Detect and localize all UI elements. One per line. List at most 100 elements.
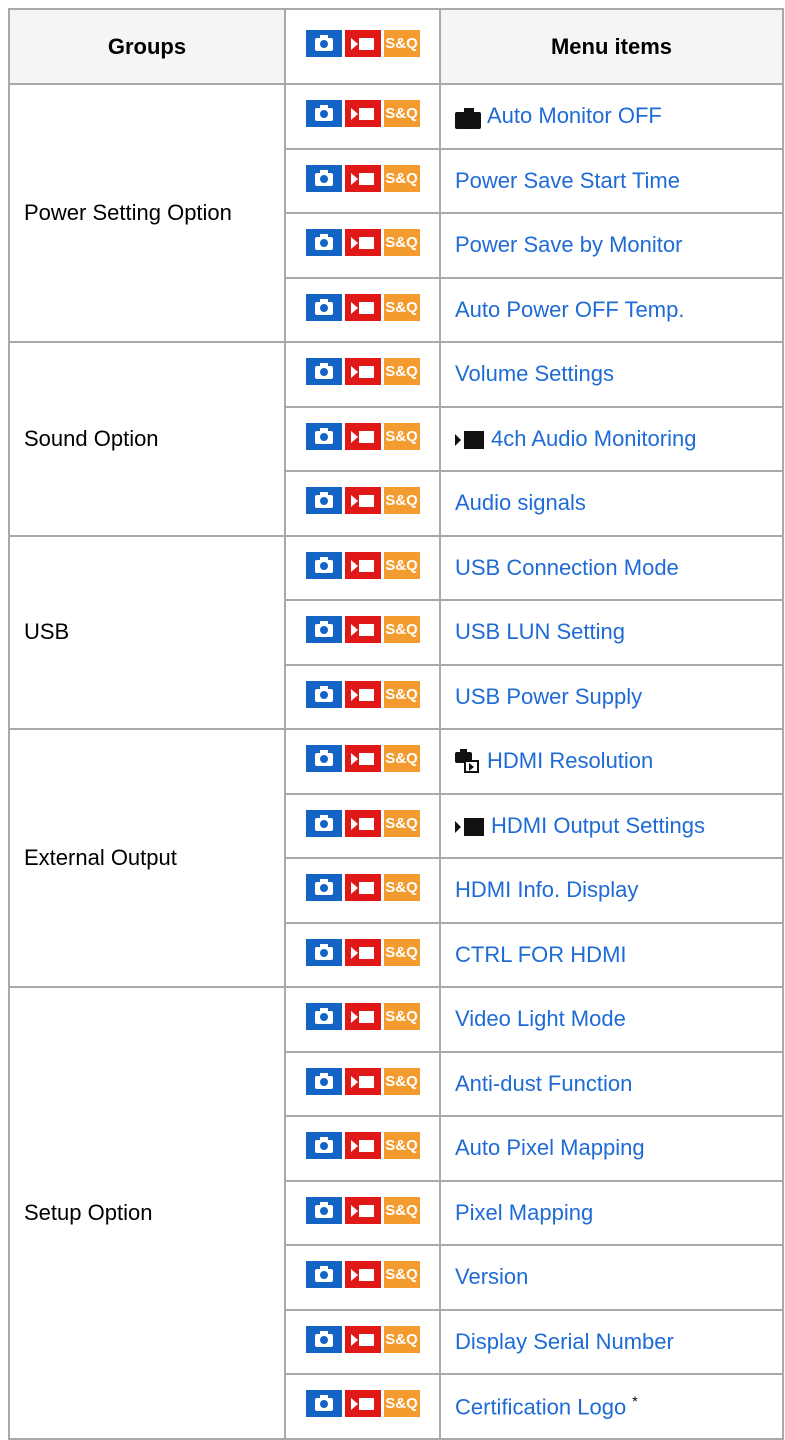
menu-item-link-certification-logo[interactable]: Certification Logo <box>455 1394 626 1419</box>
s-and-q-mode-icon: S&Q <box>383 293 420 321</box>
movie-mode-icon <box>344 938 381 966</box>
movie-mode-icon <box>344 1325 381 1353</box>
mode-icons: S&Q <box>305 1132 420 1160</box>
movie-mode-icon <box>344 1003 381 1031</box>
photo-mode-icon <box>305 1132 342 1160</box>
movie-mode-icon <box>344 1132 381 1160</box>
movie-mode-icon <box>344 874 381 902</box>
s-and-q-mode-icon: S&Q <box>383 1261 420 1289</box>
movie-mode-icon <box>344 229 381 257</box>
photo-mode-icon <box>305 229 342 257</box>
menu-item-link-video-light-mode[interactable]: Video Light Mode <box>455 1006 626 1031</box>
group-name-sound-option: Sound Option <box>8 341 286 537</box>
mode-icons-cell: S&Q <box>284 83 441 150</box>
mode-icons: S&Q <box>305 1261 420 1289</box>
movie-mode-icon <box>344 1261 381 1289</box>
mode-icons-cell: S&Q <box>284 1373 441 1440</box>
menu-item-link-hdmi-info-display[interactable]: HDMI Info. Display <box>455 877 638 902</box>
menu-item-cell: Pixel Mapping <box>439 1179 784 1246</box>
table-row: Setup Option S&Q Video Light Mode <box>8 986 784 1440</box>
mode-icons: S&Q <box>305 938 420 966</box>
menu-item-cell: HDMI Output Settings <box>439 792 784 859</box>
mode-icons-cell: S&Q <box>284 1115 441 1182</box>
mode-icons-cell: S&Q <box>284 341 441 408</box>
s-and-q-mode-icon: S&Q <box>383 1196 420 1224</box>
menu-items-header: Menu items <box>439 8 784 85</box>
menu-item-cell: USB LUN Setting <box>439 599 784 666</box>
movie-mode-icon <box>344 293 381 321</box>
table-body: Power Setting Option S&Q Auto Monitor OFF S… <box>8 83 784 1440</box>
menu-item-link-ctrl-for-hdmi[interactable]: CTRL FOR HDMI <box>455 942 627 967</box>
s-and-q-mode-icon: S&Q <box>383 551 420 579</box>
mode-icons-cell: S&Q <box>284 534 441 601</box>
menu-item-link-usb-power-supply[interactable]: USB Power Supply <box>455 684 642 709</box>
menu-item-link-volume-settings[interactable]: Volume Settings <box>455 361 614 386</box>
mode-icons: S&Q <box>305 616 420 644</box>
photo-playback-icon <box>455 748 481 775</box>
menu-item-link-hdmi-resolution[interactable]: HDMI Resolution <box>487 748 653 773</box>
mode-icons: S&Q <box>305 1325 420 1353</box>
table-row: Sound Option S&Q Volume Settings <box>8 341 784 537</box>
footnote-marker: * <box>632 1392 638 1409</box>
mode-icons-cell: S&Q <box>284 792 441 859</box>
menu-item-cell: Volume Settings <box>439 341 784 408</box>
movie-mode-icon <box>344 745 381 773</box>
menu-item-link-power-save-by-monitor[interactable]: Power Save by Monitor <box>455 232 682 257</box>
mode-icons: S&Q <box>305 1003 420 1031</box>
menu-item-link-power-save-start-time[interactable]: Power Save Start Time <box>455 168 680 193</box>
menu-item-link-anti-dust-function[interactable]: Anti-dust Function <box>455 1071 632 1096</box>
menu-item-cell: Version <box>439 1244 784 1311</box>
menu-item-link-audio-signals[interactable]: Audio signals <box>455 490 586 515</box>
photo-mode-icon <box>305 616 342 644</box>
s-and-q-mode-icon: S&Q <box>383 422 420 450</box>
s-and-q-mode-icon: S&Q <box>383 358 420 386</box>
photo-mode-icon <box>305 1196 342 1224</box>
mode-icons: S&Q <box>305 164 420 192</box>
menu-item-link-auto-monitor-off[interactable]: Auto Monitor OFF <box>487 103 662 128</box>
mode-icons-cell: S&Q <box>284 986 441 1053</box>
mode-icons: S&Q <box>305 1067 420 1095</box>
mode-icons: S&Q <box>305 293 420 321</box>
menu-item-cell: HDMI Info. Display <box>439 857 784 924</box>
s-and-q-mode-icon: S&Q <box>383 809 420 837</box>
menu-item-link-hdmi-output-settings[interactable]: HDMI Output Settings <box>491 813 705 838</box>
mode-icons-cell: S&Q <box>284 470 441 537</box>
mode-icons-cell: S&Q <box>284 147 441 214</box>
mode-icons-cell: S&Q <box>284 276 441 343</box>
s-and-q-mode-icon: S&Q <box>383 229 420 257</box>
menu-item-cell: Audio signals <box>439 470 784 537</box>
mode-icons-cell: S&Q <box>284 1308 441 1375</box>
mode-icons-cell: S&Q <box>284 599 441 666</box>
menu-item-link-version[interactable]: Version <box>455 1264 528 1289</box>
movie-mode-icon <box>344 680 381 708</box>
photo-mode-icon <box>305 1325 342 1353</box>
movie-mode-icon <box>344 422 381 450</box>
mode-icons: S&Q <box>305 680 420 708</box>
mode-icons-cell: S&Q <box>284 1244 441 1311</box>
mode-icons-cell: S&Q <box>284 728 441 795</box>
menu-item-link-display-serial-number[interactable]: Display Serial Number <box>455 1329 674 1354</box>
movie-mode-icon <box>344 487 381 515</box>
menu-item-link-auto-pixel-mapping[interactable]: Auto Pixel Mapping <box>455 1135 645 1160</box>
s-and-q-mode-icon: S&Q <box>383 487 420 515</box>
menu-item-link-usb-lun-setting[interactable]: USB LUN Setting <box>455 619 625 644</box>
mode-icons: S&Q <box>305 874 420 902</box>
photo-mode-icon <box>305 293 342 321</box>
menu-item-cell: Auto Monitor OFF <box>439 83 784 150</box>
movie-mode-icon <box>344 100 381 128</box>
s-and-q-mode-icon: S&Q <box>383 616 420 644</box>
menu-item-link-4ch-audio-monitoring[interactable]: 4ch Audio Monitoring <box>491 426 696 451</box>
movie-mode-icon <box>344 164 381 192</box>
modes-header: S&Q <box>284 8 441 85</box>
menu-item-cell: Display Serial Number <box>439 1308 784 1375</box>
movie-mode-icon <box>344 30 381 57</box>
menu-item-link-pixel-mapping[interactable]: Pixel Mapping <box>455 1200 593 1225</box>
photo-mode-icon <box>305 100 342 128</box>
table-row: USB S&Q USB Connection Mode <box>8 534 784 730</box>
menu-item-cell: Auto Power OFF Temp. <box>439 276 784 343</box>
menu-item-link-auto-power-off-temp[interactable]: Auto Power OFF Temp. <box>455 297 684 322</box>
mode-icons-cell: S&Q <box>284 212 441 279</box>
menu-item-cell: Anti-dust Function <box>439 1050 784 1117</box>
menu-item-link-usb-connection-mode[interactable]: USB Connection Mode <box>455 555 679 580</box>
photo-mode-icon <box>305 874 342 902</box>
